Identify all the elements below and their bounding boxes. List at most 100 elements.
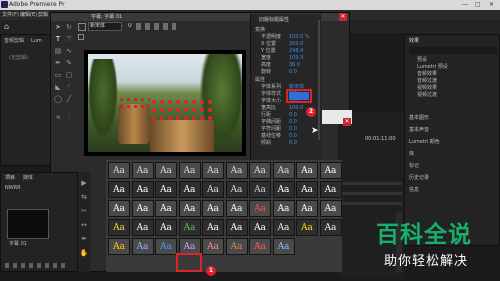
- panel-section-item[interactable]: 信息: [409, 187, 419, 194]
- style-swatch[interactable]: Aa: [272, 219, 295, 236]
- rectangle-tool-icon[interactable]: ▭: [53, 70, 63, 80]
- style-swatch[interactable]: Aa: [319, 200, 342, 217]
- style-swatch[interactable]: Aa: [108, 238, 130, 255]
- style-swatch[interactable]: Aa: [225, 181, 248, 198]
- razor-icon[interactable]: ✂: [79, 206, 89, 216]
- pen-icon[interactable]: ✒: [79, 234, 89, 244]
- tab-lumetri[interactable]: Lum: [31, 38, 42, 45]
- style-swatch[interactable]: Aa: [202, 200, 224, 217]
- home-icon[interactable]: ⌂: [4, 22, 9, 32]
- arc-tool-icon[interactable]: ◜: [64, 82, 74, 92]
- style-swatch[interactable]: Aa: [272, 162, 295, 179]
- style-swatch[interactable]: Aa: [178, 162, 201, 179]
- style-swatch[interactable]: Aa: [202, 181, 224, 198]
- style-swatch[interactable]: Aa: [249, 181, 271, 198]
- preview-toggle-icon[interactable]: [78, 34, 84, 40]
- add-anchor-icon[interactable]: ✎: [64, 58, 74, 68]
- align-icons[interactable]: [136, 23, 176, 30]
- style-swatch[interactable]: Aa: [155, 200, 177, 217]
- vertical-type-icon[interactable]: ⊤: [64, 34, 74, 44]
- style-swatch[interactable]: Aa: [225, 162, 248, 179]
- style-swatch[interactable]: Aa: [108, 181, 130, 198]
- property-value[interactable]: 0.0: [289, 133, 297, 140]
- rounded-rect-icon[interactable]: ▢: [64, 70, 74, 80]
- slip-icon[interactable]: ↔: [79, 220, 89, 230]
- align-center-icon[interactable]: ⫶: [64, 112, 74, 122]
- path-type-icon[interactable]: ∿: [64, 46, 74, 56]
- property-value[interactable]: 0.0: [289, 112, 297, 119]
- tab-audio-clip[interactable]: 音频剪辑: [4, 38, 24, 45]
- property-value[interactable]: 0.0: [289, 126, 297, 133]
- style-swatch[interactable]: Aa: [202, 162, 224, 179]
- property-value[interactable]: 248.4: [289, 48, 303, 55]
- style-swatch[interactable]: Aa: [178, 181, 201, 198]
- style-swatch[interactable]: Aa: [131, 238, 154, 255]
- style-swatch[interactable]: Aa: [296, 162, 318, 179]
- panel-section-item[interactable]: 标记: [409, 163, 419, 170]
- style-swatch[interactable]: Aa: [319, 219, 342, 236]
- clip-thumbnail[interactable]: [7, 209, 49, 239]
- effects-tree-item[interactable]: 音频过渡: [417, 78, 437, 85]
- style-swatch[interactable]: Aa: [202, 219, 224, 236]
- style-swatch[interactable]: Aa: [249, 219, 271, 236]
- effects-search-field[interactable]: [409, 47, 497, 54]
- type-tool-icon[interactable]: T: [53, 34, 63, 44]
- style-swatch[interactable]: Aa: [178, 200, 201, 217]
- project-tab-media[interactable]: 媒体: [23, 175, 33, 182]
- panel-section-item[interactable]: 基本声音: [409, 127, 429, 134]
- style-swatch[interactable]: Aa: [108, 162, 130, 179]
- section-properties[interactable]: 属性: [255, 77, 265, 84]
- ripple-edit-icon[interactable]: ⇆: [79, 192, 89, 202]
- style-swatch[interactable]: Aa: [178, 219, 201, 236]
- effects-tree-item[interactable]: 视频过渡: [417, 92, 437, 99]
- style-swatch[interactable]: Aa: [225, 219, 248, 236]
- underline-button[interactable]: U: [128, 23, 132, 30]
- style-swatch[interactable]: Aa: [319, 181, 342, 198]
- style-swatch[interactable]: Aa: [108, 200, 130, 217]
- close-button[interactable]: ✕: [489, 1, 494, 9]
- area-type-icon[interactable]: ▤: [53, 46, 63, 56]
- style-swatch[interactable]: Aa: [225, 200, 248, 217]
- property-value[interactable]: 36.0: [289, 62, 300, 69]
- effects-tree-item[interactable]: 音频效果: [417, 71, 437, 78]
- property-value[interactable]: 100.0: [289, 105, 303, 112]
- effects-tree-item[interactable]: Lumetri 预设: [417, 64, 448, 71]
- style-swatch[interactable]: Aa: [155, 181, 177, 198]
- style-swatch[interactable]: Aa: [272, 238, 295, 255]
- property-value[interactable]: 0.0: [289, 119, 297, 126]
- section-transform[interactable]: 变换: [255, 27, 265, 34]
- style-swatch[interactable]: Aa: [131, 219, 154, 236]
- ellipse-tool-icon[interactable]: ◯: [53, 94, 63, 104]
- hand-icon[interactable]: ✋: [79, 248, 89, 258]
- properties-scrollbar[interactable]: [318, 20, 320, 140]
- style-swatch[interactable]: Aa: [155, 162, 177, 179]
- property-value[interactable]: 109.3: [289, 55, 303, 62]
- style-swatch[interactable]: Aa: [296, 219, 318, 236]
- style-swatch[interactable]: Aa: [155, 219, 177, 236]
- pen-tool-icon[interactable]: ✒: [53, 58, 63, 68]
- menu-file[interactable]: 文件(F): [2, 11, 19, 19]
- style-swatch[interactable]: Aa: [202, 238, 224, 255]
- effects-tree-item[interactable]: 视频效果: [417, 85, 437, 92]
- menu-clip[interactable]: 剪辑: [38, 11, 48, 19]
- property-value[interactable]: 100.0 %: [289, 34, 310, 41]
- style-swatch[interactable]: Aa: [249, 162, 271, 179]
- rotate-tool-icon[interactable]: ↻: [64, 22, 74, 32]
- line-tool-icon[interactable]: ╱: [64, 94, 74, 104]
- style-swatch[interactable]: Aa: [131, 162, 154, 179]
- minimize-button[interactable]: —: [462, 1, 468, 9]
- dialog-close-icon[interactable]: ✕: [339, 13, 347, 21]
- style-swatch[interactable]: Aa: [108, 219, 130, 236]
- style-swatch[interactable]: Aa: [225, 238, 248, 255]
- popup-close-icon[interactable]: ✕: [343, 118, 351, 126]
- effects-tree-item[interactable]: 预设: [417, 57, 427, 64]
- wedge-tool-icon[interactable]: ◣: [53, 82, 63, 92]
- maximize-button[interactable]: □: [475, 1, 481, 9]
- panel-section-item[interactable]: 基本图形: [409, 115, 429, 122]
- track-select-icon[interactable]: ▶: [79, 178, 89, 188]
- style-swatch[interactable]: Aa: [131, 181, 154, 198]
- style-swatch[interactable]: Aa: [249, 238, 271, 255]
- selection-tool-icon[interactable]: ➤: [53, 22, 63, 32]
- title-icon[interactable]: [78, 23, 86, 31]
- panel-section-item[interactable]: 历史记录: [409, 175, 429, 182]
